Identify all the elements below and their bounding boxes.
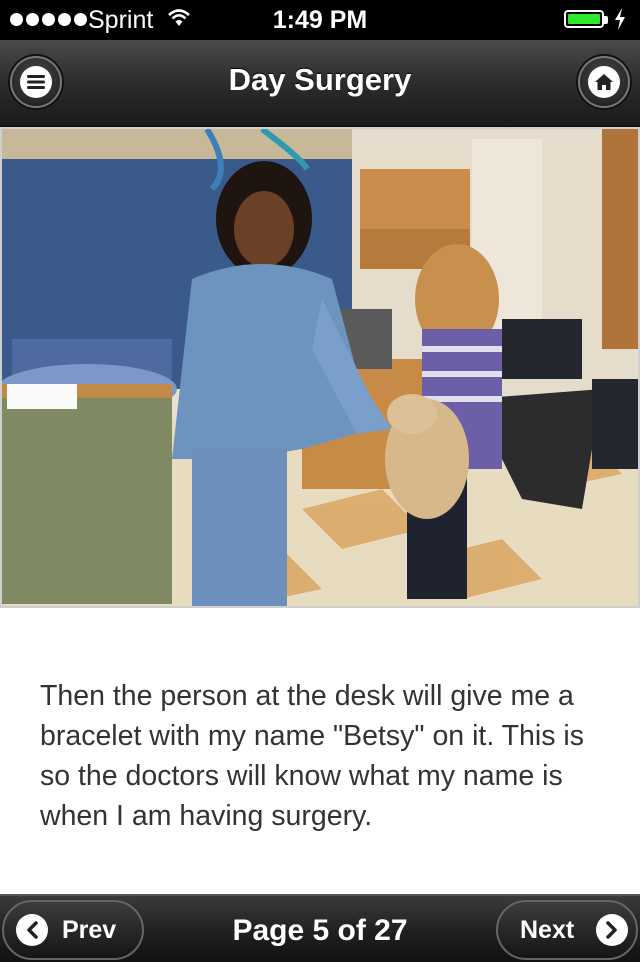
next-button[interactable]: Next xyxy=(496,900,638,960)
status-bar: Sprint 1:49 PM xyxy=(0,0,640,40)
story-text: Then the person at the desk will give me… xyxy=(40,680,584,832)
chevron-right-icon xyxy=(596,914,629,946)
battery-icon xyxy=(564,10,604,28)
status-time: 1:49 PM xyxy=(272,6,368,34)
battery-level xyxy=(568,14,600,24)
charging-bolt-icon xyxy=(614,8,626,35)
navigation-bar: Day Surgery xyxy=(0,40,640,128)
bottom-toolbar: Prev Page 5 of 27 Next xyxy=(0,894,640,962)
page-title: Day Surgery xyxy=(228,62,412,97)
next-label: Next xyxy=(520,915,575,944)
home-icon xyxy=(588,66,620,98)
home-button[interactable] xyxy=(578,56,630,108)
story-photo xyxy=(0,127,640,608)
